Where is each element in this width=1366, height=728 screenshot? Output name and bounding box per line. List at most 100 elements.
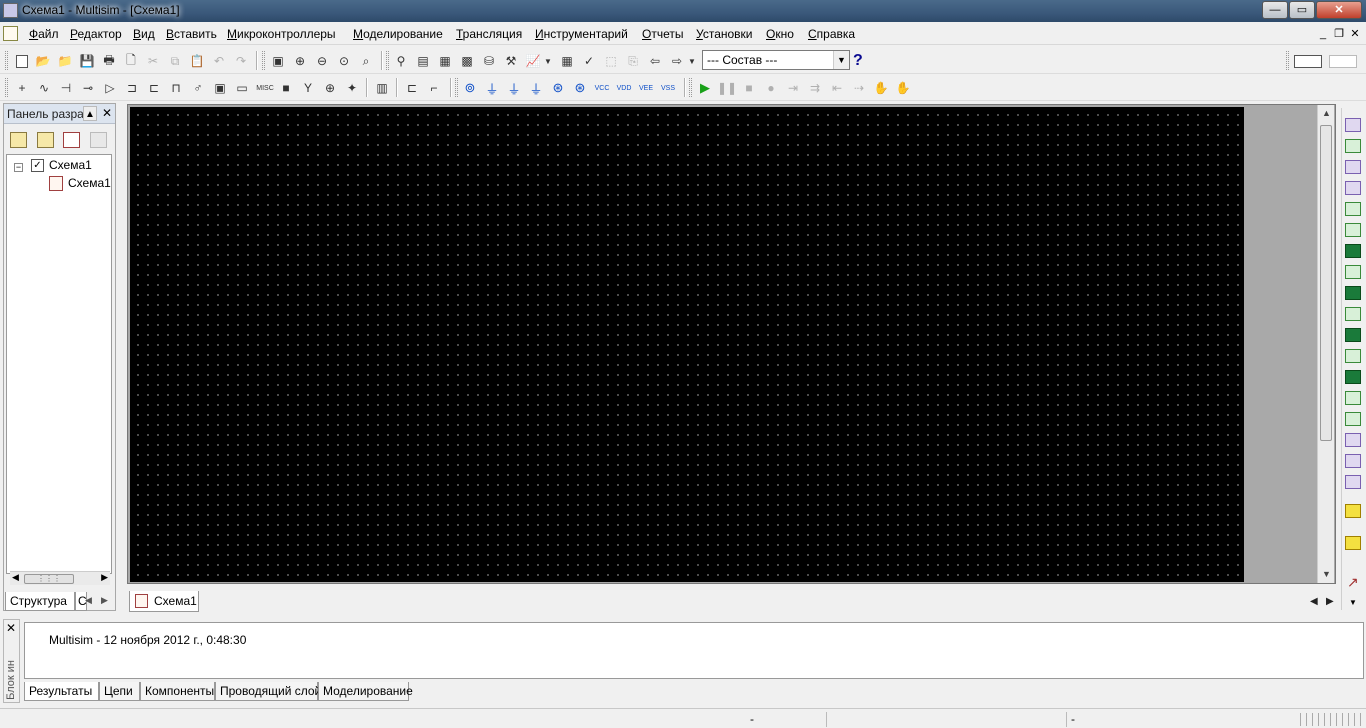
vee-icon[interactable]: VEE	[637, 79, 655, 97]
view-toggle-2-icon[interactable]	[1328, 52, 1358, 70]
zoom-fit-icon[interactable]: ⌕	[357, 52, 375, 70]
scroll-down-icon[interactable]: ▼	[1322, 569, 1331, 579]
database-icon[interactable]: ⛁	[480, 52, 498, 70]
document-icon[interactable]	[3, 26, 18, 41]
dropdown-arrow-icon[interactable]: ▼	[686, 52, 698, 70]
distortion-analyzer-icon[interactable]	[1345, 349, 1361, 363]
menu-transfer[interactable]: Трансляция	[456, 27, 522, 41]
canvas-vertical-scrollbar[interactable]: ▲ ▼	[1317, 105, 1334, 583]
spreadsheet-icon[interactable]: ▩	[458, 52, 476, 70]
scroll-thumb[interactable]: ⋮⋮⋮	[24, 574, 74, 584]
scroll-right-icon[interactable]: ▶	[101, 572, 108, 583]
tab-simulation[interactable]: Моделирование	[318, 682, 413, 701]
diode-icon[interactable]: ⊣	[57, 79, 75, 97]
digital-ground-icon[interactable]: ⏚	[505, 79, 523, 97]
postprocessor-icon[interactable]: ▦	[558, 52, 576, 70]
view-toggle-icon[interactable]	[1293, 52, 1323, 70]
grapher-icon[interactable]: 📈	[524, 52, 542, 70]
wattmeter-icon[interactable]	[1345, 160, 1361, 174]
paste-icon[interactable]: 📋	[188, 52, 206, 70]
dropdown-arrow-icon[interactable]: ▼	[542, 52, 554, 70]
frequency-counter-icon[interactable]	[1345, 244, 1361, 258]
mdi-restore-button[interactable]: ❐	[1332, 28, 1346, 41]
new-file-icon[interactable]	[13, 52, 31, 70]
select-area-icon[interactable]: ⬚	[602, 52, 620, 70]
place-wire-icon[interactable]: ⌐	[425, 79, 443, 97]
spreadsheet-close-button[interactable]: ✕	[6, 621, 16, 635]
measurement-probe-icon[interactable]	[1345, 504, 1361, 518]
copy-icon[interactable]: ⧉	[166, 52, 184, 70]
stop-simulation-icon[interactable]: ■	[740, 79, 758, 97]
place-bus-icon[interactable]: ⊏	[403, 79, 421, 97]
current-source-icon[interactable]: ⊛	[571, 79, 589, 97]
electromechanical-icon[interactable]: ⊕	[321, 79, 339, 97]
panel-close-button[interactable]: ✕	[100, 106, 114, 121]
cut-icon[interactable]: ✂	[144, 52, 162, 70]
save-icon[interactable]: 💾	[78, 52, 96, 70]
schematic-canvas[interactable]	[130, 107, 1244, 582]
bode-plotter-icon[interactable]	[1345, 223, 1361, 237]
scroll-left-icon[interactable]: ◀	[12, 572, 19, 583]
properties-icon[interactable]: ▦	[436, 52, 454, 70]
menu-options[interactable]: Установки	[696, 27, 753, 41]
tab-structure[interactable]: Структура	[5, 592, 75, 611]
power-source-icon[interactable]: ⊚	[461, 79, 479, 97]
analog-icon[interactable]: ▷	[101, 79, 119, 97]
toolbar-grip[interactable]	[5, 51, 8, 70]
tab-scroll-left-icon[interactable]: ◀	[85, 595, 92, 606]
indicator-icon[interactable]: ▭	[233, 79, 251, 97]
close-button[interactable]: ✕	[1316, 1, 1362, 19]
tree-expander[interactable]: −	[14, 163, 23, 172]
tree-root-design[interactable]: Схема1	[49, 158, 92, 172]
design-toolbox-icon[interactable]: ▤	[414, 52, 432, 70]
source-icon[interactable]: +	[13, 79, 31, 97]
vcc-icon[interactable]: VCC	[593, 79, 611, 97]
full-screen-icon[interactable]: ▣	[269, 52, 287, 70]
menu-edit[interactable]: Редактор	[70, 27, 122, 41]
menu-insert[interactable]: Вставить	[166, 27, 217, 41]
menu-microcontrollers[interactable]: Микроконтроллеры	[227, 27, 336, 41]
mdi-close-button[interactable]: ✕	[1348, 28, 1362, 41]
multimeter-icon[interactable]	[1345, 118, 1361, 132]
tab-nets[interactable]: Цепи	[99, 682, 140, 701]
rf-icon[interactable]: Y	[299, 79, 317, 97]
four-channel-oscilloscope-icon[interactable]	[1345, 202, 1361, 216]
tab-prev-icon[interactable]: ◀	[1310, 596, 1318, 607]
remove-breakpoints-icon[interactable]: ✋	[894, 79, 912, 97]
toolbar-grip[interactable]	[689, 78, 692, 97]
misc-icon[interactable]: MISC	[255, 79, 275, 97]
tab-results[interactable]: Результаты	[24, 682, 99, 701]
design-checkbox[interactable]: ✓	[31, 159, 44, 172]
vdd-icon[interactable]: VDD	[615, 79, 633, 97]
menu-help[interactable]: Справка	[808, 27, 855, 41]
new-sheet-icon[interactable]	[63, 132, 80, 148]
scroll-thumb[interactable]	[1320, 125, 1332, 441]
place-hierarchical-block-icon[interactable]: ▥	[373, 79, 391, 97]
power-component-icon[interactable]: ■	[277, 79, 295, 97]
mdi-minimize-button[interactable]: _	[1316, 28, 1330, 41]
menu-simulate[interactable]: Моделирование	[353, 27, 443, 41]
tab-schematic[interactable]: Схема1	[129, 591, 199, 612]
delete-sheet-icon[interactable]	[90, 132, 107, 148]
mcu-icon[interactable]: ⊓	[167, 79, 185, 97]
tab-components[interactable]: Компоненты	[140, 682, 215, 701]
maximize-button[interactable]: ▭	[1289, 1, 1315, 19]
advanced-peripherals-icon[interactable]: ♂	[189, 79, 207, 97]
tree-item-sheet[interactable]: Схема1	[68, 176, 111, 190]
logic-analyzer-icon[interactable]	[1345, 286, 1361, 300]
step-out-icon[interactable]: ⇤	[828, 79, 846, 97]
tree-horizontal-scrollbar[interactable]: ◀ ⋮⋮⋮ ▶	[10, 571, 110, 585]
search-icon[interactable]: ⚲	[392, 52, 410, 70]
ni-components-icon[interactable]: ✦	[343, 79, 361, 97]
menu-window[interactable]: Окно	[766, 27, 794, 41]
agilent-multimeter-icon[interactable]	[1345, 433, 1361, 447]
back-annotate-icon[interactable]: ⇦	[646, 52, 664, 70]
annotate-icon[interactable]: ⎘	[624, 52, 642, 70]
toolbar-grip[interactable]	[1286, 51, 1289, 70]
cmos-icon[interactable]: ⊏	[145, 79, 163, 97]
help-button[interactable]: ?	[853, 52, 863, 70]
menu-file[interactable]: Файл	[29, 27, 59, 41]
word-generator-icon[interactable]	[1345, 265, 1361, 279]
signal-source-icon[interactable]: ⏚	[527, 79, 545, 97]
menu-view[interactable]: Вид	[133, 27, 155, 41]
